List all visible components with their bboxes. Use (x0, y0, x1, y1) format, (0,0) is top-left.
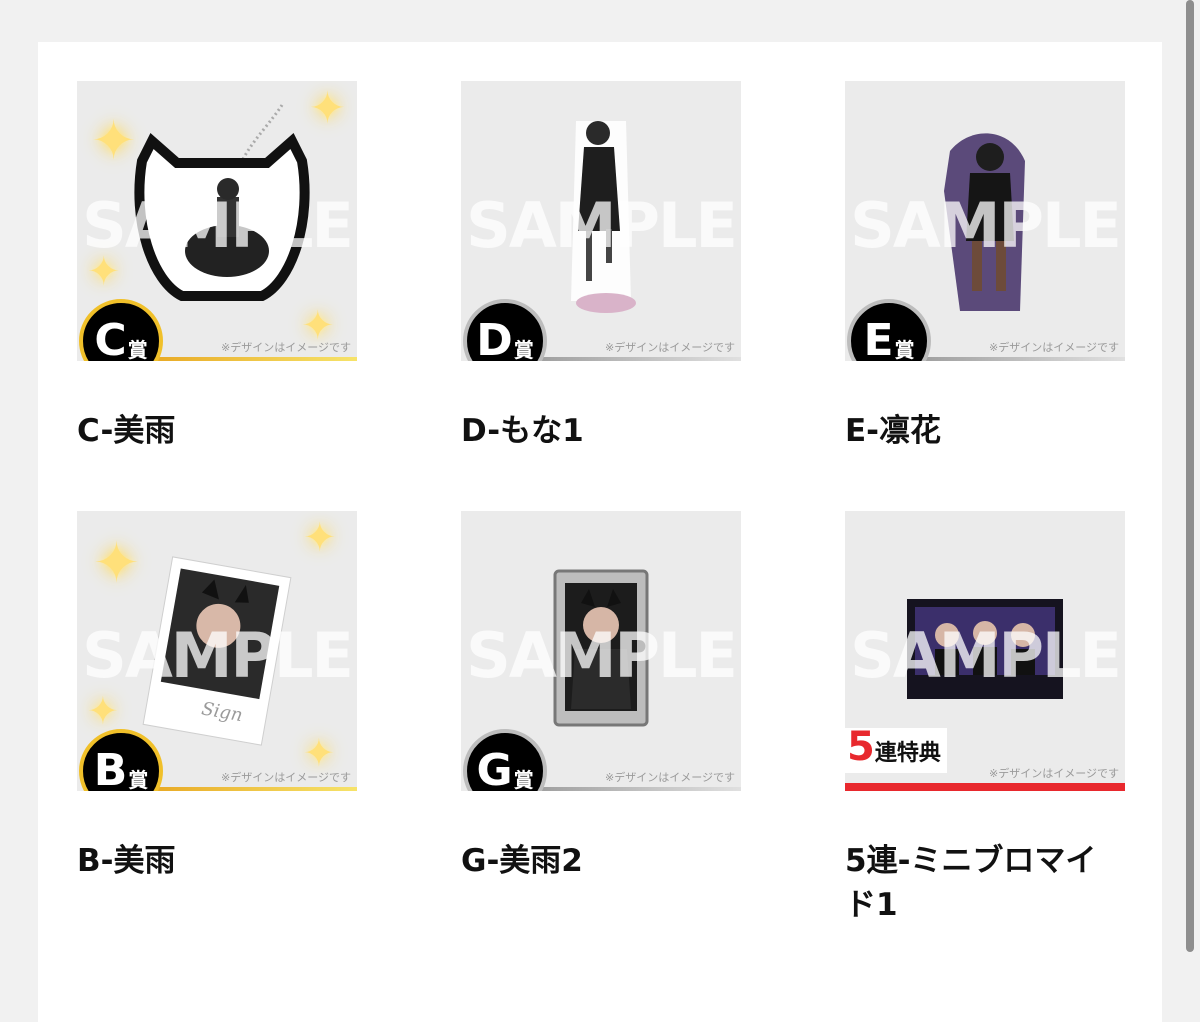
instant-photo-art: Sign (142, 556, 292, 746)
sparkle-icon: ✦ (303, 515, 337, 561)
product-image-bonus5[interactable]: SAMPLE ※デザインはイメージです 5連特典 (845, 511, 1125, 791)
acrylic-stand-art (571, 121, 636, 313)
product-card-e[interactable]: SAMPLE ※デザインはイメージです E賞 E-凛花 (845, 81, 1125, 453)
sparkle-icon: ✦ (309, 83, 346, 134)
photo-card-art (553, 569, 649, 727)
product-title-g[interactable]: G-美雨2 (461, 839, 741, 883)
sparkle-icon: ✦ (87, 689, 119, 733)
product-title-b[interactable]: B-美雨 (77, 839, 357, 883)
grade-badge-e: E賞 (847, 299, 931, 361)
grade-badge-g: G賞 (463, 729, 547, 791)
image-note: ※デザインはイメージです (989, 767, 1119, 780)
mini-bromide-art (907, 599, 1063, 699)
product-title-bonus5[interactable]: 5連-ミニブロマイド1 (845, 839, 1125, 927)
product-title-d[interactable]: D-もな1 (461, 409, 741, 453)
product-card-c[interactable]: ✦ ✦ ✦ ✦ SAMPLE ※デザインはイメージです C賞 C-美雨 (77, 81, 357, 453)
tier-bar (521, 787, 741, 791)
vertical-scrollbar[interactable] (1186, 0, 1194, 952)
bonus-label: 5連特典 (845, 727, 947, 773)
product-title-e[interactable]: E-凛花 (845, 409, 1125, 453)
product-image-d[interactable]: SAMPLE ※デザインはイメージです D賞 (461, 81, 741, 361)
cat-keychain-art (134, 104, 310, 301)
product-image-b[interactable]: ✦ ✦ ✦ ✦ Sign SAMPLE ※デザインはイメージです B賞 (77, 511, 357, 791)
image-note: ※デザインはイメージです (221, 341, 351, 354)
image-note: ※デザインはイメージです (605, 341, 735, 354)
image-note: ※デザインはイメージです (989, 341, 1119, 354)
acrylic-figure-art (944, 133, 1025, 311)
product-card-bonus5[interactable]: SAMPLE ※デザインはイメージです 5連特典 5連-ミニブロマイド1 (845, 511, 1125, 927)
tier-bar (521, 357, 741, 361)
tier-bar (905, 357, 1125, 361)
product-image-e[interactable]: SAMPLE ※デザインはイメージです E賞 (845, 81, 1125, 361)
product-card-b[interactable]: ✦ ✦ ✦ ✦ Sign SAMPLE ※デザインはイメージです B賞 B-美雨 (77, 511, 357, 883)
bonus-text: 連特典 (874, 741, 941, 766)
image-note: ※デザインはイメージです (221, 771, 351, 784)
tier-bar (845, 783, 1125, 791)
product-card-d[interactable]: SAMPLE ※デザインはイメージです D賞 D-もな1 (461, 81, 741, 453)
sparkle-icon: ✦ (93, 531, 140, 596)
grade-badge-d: D賞 (463, 299, 547, 361)
sparkle-icon: ✦ (87, 249, 121, 295)
product-image-g[interactable]: SAMPLE ※デザインはイメージです G賞 (461, 511, 741, 791)
image-note: ※デザインはイメージです (605, 771, 735, 784)
product-card-g[interactable]: SAMPLE ※デザインはイメージです G賞 G-美雨2 (461, 511, 741, 883)
tier-bar (137, 357, 357, 361)
product-grid-panel: ✦ ✦ ✦ ✦ SAMPLE ※デザインはイメージです C賞 C-美雨 SAMP… (38, 42, 1162, 1022)
product-image-c[interactable]: ✦ ✦ ✦ ✦ SAMPLE ※デザインはイメージです C賞 (77, 81, 357, 361)
bonus-number: 5 (847, 724, 875, 770)
sparkle-icon: ✦ (91, 109, 137, 172)
tier-bar (137, 787, 357, 791)
product-title-c[interactable]: C-美雨 (77, 409, 357, 453)
